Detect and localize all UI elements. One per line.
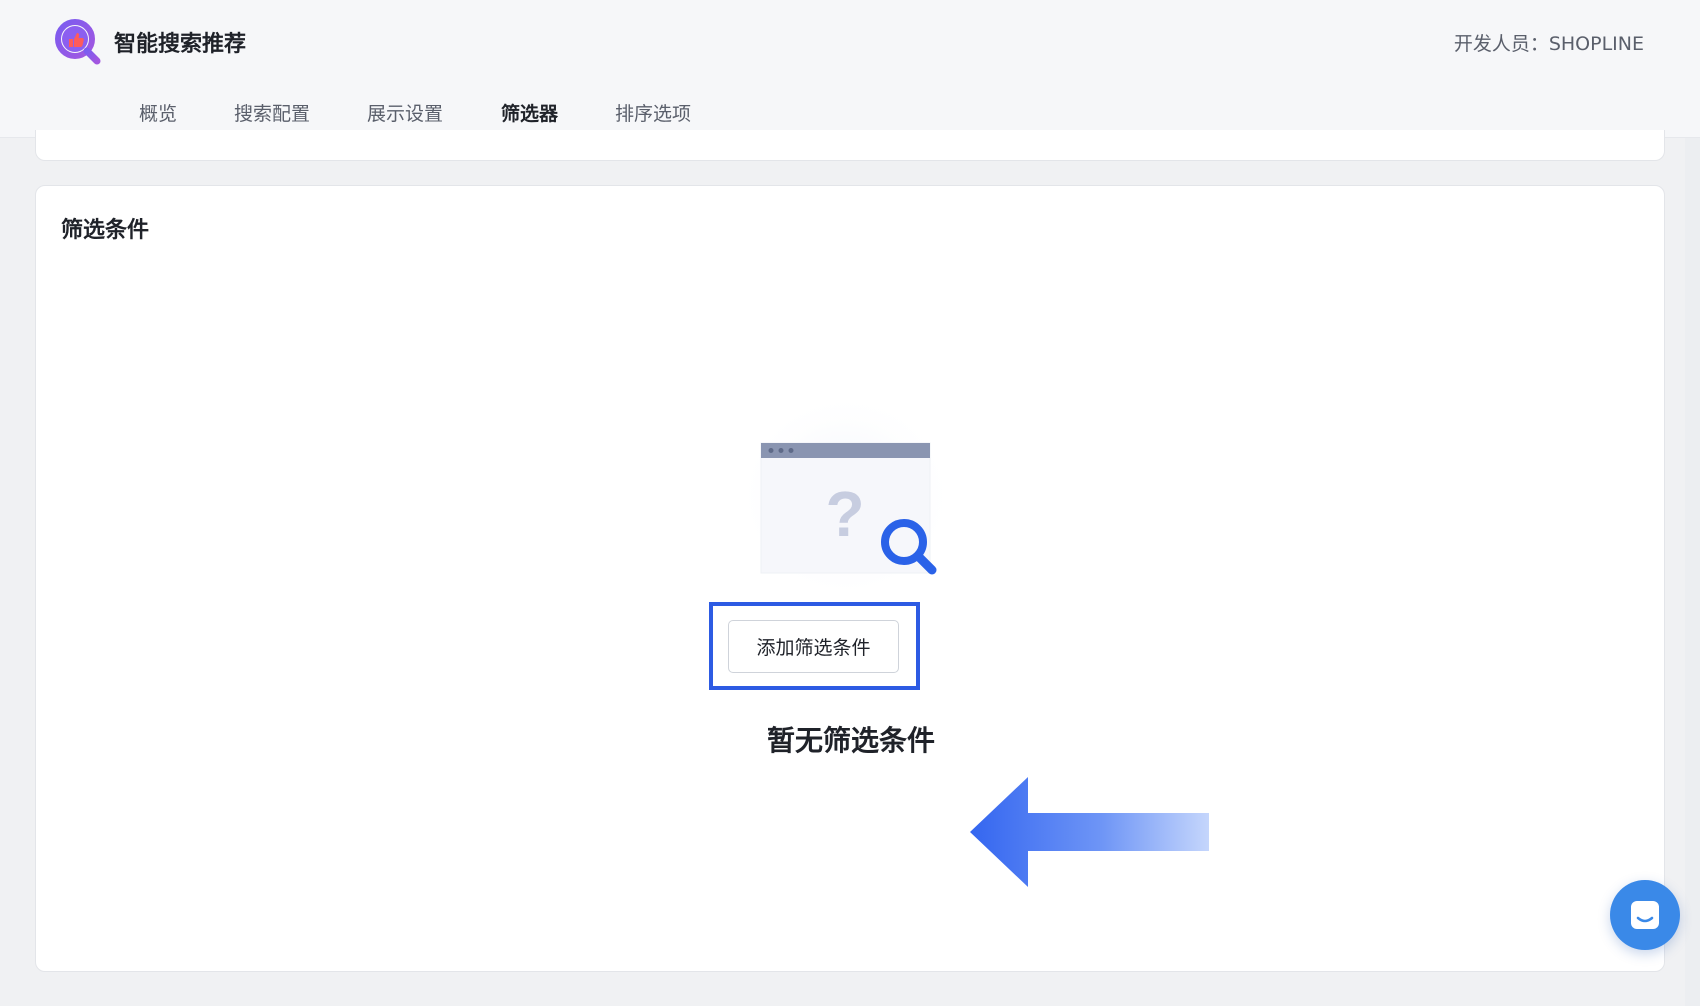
pointing-arrow-icon <box>970 777 1209 887</box>
empty-state-text: 暂无筛选条件 <box>766 724 935 757</box>
developer-label: 开发人员：SHOPLINE <box>1453 33 1644 55</box>
card-title: 筛选条件 <box>61 218 150 243</box>
scrollbar-track[interactable] <box>1685 138 1700 1006</box>
filter-conditions-card: 筛选条件 ? 暂无筛选条件 <box>35 185 1665 972</box>
top-bar: 智能搜索推荐 开发人员：SHOPLINE <box>0 0 1700 82</box>
chat-button[interactable] <box>1610 880 1680 950</box>
app-logo-icon <box>55 19 101 65</box>
chat-bubble-icon <box>1631 901 1659 929</box>
add-filter-condition-button[interactable]: 添加筛选条件 <box>728 620 899 673</box>
app-title: 智能搜索推荐 <box>114 32 247 57</box>
svg-text:?: ? <box>825 478 864 550</box>
empty-state-illustration-icon: ? <box>736 391 956 601</box>
previous-card-bottom <box>35 130 1665 161</box>
